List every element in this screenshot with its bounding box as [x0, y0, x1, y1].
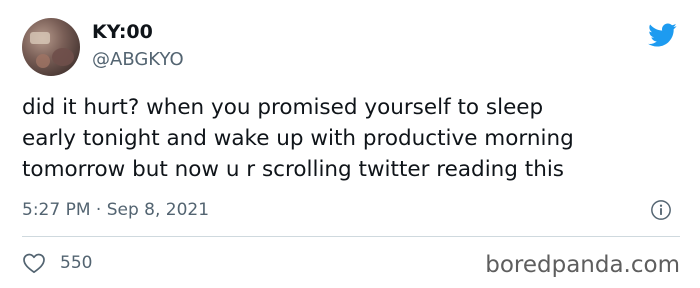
tweet-text: did it hurt? when you promised yourself …	[22, 95, 574, 182]
author-handle[interactable]: @ABGKYO	[92, 48, 184, 72]
tweet-card: KY:00 @ABGKYO did it hurt? when you prom…	[0, 0, 700, 288]
tweet-timestamp[interactable]: 5:27 PM · Sep 8, 2021	[22, 198, 209, 222]
like-button[interactable]: 550	[22, 250, 92, 276]
author-name[interactable]: KY:00	[92, 20, 153, 44]
divider	[22, 236, 680, 237]
like-count: 550	[60, 253, 93, 273]
avatar[interactable]	[22, 18, 80, 76]
watermark: boredpanda.com	[485, 252, 680, 278]
twitter-bird-icon[interactable]	[645, 20, 679, 50]
heart-icon[interactable]	[22, 252, 46, 274]
info-icon[interactable]	[650, 199, 672, 221]
